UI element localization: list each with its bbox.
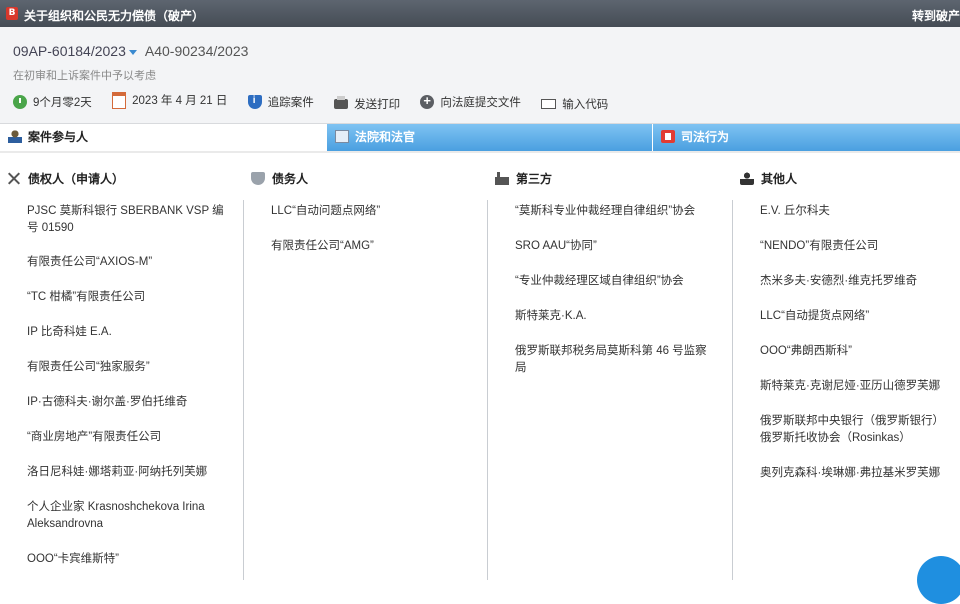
- other-persons-heading-label: 其他人: [761, 171, 798, 186]
- print-button[interactable]: 发送打印: [334, 95, 401, 112]
- creditors-list: PJSC 莫斯科银行 SBERBANK VSP 编号 01590 有限责任公司“…: [27, 203, 227, 568]
- case-number[interactable]: 09AP-60184/2023: [13, 43, 126, 59]
- app-logo-icon: B: [6, 7, 18, 20]
- list-item[interactable]: 斯特莱克·克谢尼娅·亚历山德罗芙娜: [760, 378, 950, 395]
- third-parties-list: “莫斯科专业仲裁经理自律组织”协会 SRO AAU“协同” “专业仲裁经理区域自…: [515, 203, 715, 377]
- courthouse-icon: [335, 130, 349, 144]
- plus-circle-icon: [420, 93, 435, 109]
- list-item[interactable]: E.V. 丘尔科夫: [760, 203, 950, 220]
- track-case-button[interactable]: 追踪案件: [247, 94, 314, 110]
- date-indicator: 2023 年 4 月 21 日: [112, 91, 228, 109]
- case-toolbar: 9个月零2天 2023 年 4 月 21 日 追踪案件 发送打印 向法庭提交文件…: [13, 91, 625, 111]
- list-item[interactable]: IP·古德科夫·谢尔盖·罗伯托维奇: [27, 394, 227, 411]
- window-title: 关于组织和公民无力偿债（破产）: [24, 9, 205, 23]
- tab-judicial-acts[interactable]: 司法行为: [652, 124, 960, 151]
- list-item[interactable]: 杰米多夫·安德烈·维克托罗维奇: [760, 273, 950, 290]
- enter-code-label: 输入代码: [562, 98, 609, 111]
- list-item[interactable]: OOO“弗朗西斯科”: [760, 343, 950, 360]
- list-item[interactable]: “专业仲裁经理区域自律组织”协会: [515, 273, 715, 290]
- case-header: 09AP-60184/2023 A40-90234/2023 在初审和上诉案件中予…: [0, 27, 960, 124]
- tab-bar: 案件参与人 法院和法官 司法行为: [0, 124, 960, 151]
- tab-courts-judges[interactable]: 法院和法官: [326, 124, 652, 151]
- submit-documents-button[interactable]: 向法庭提交文件: [420, 93, 521, 110]
- tab-participants-label: 案件参与人: [28, 130, 89, 144]
- third-parties-heading: 第三方: [495, 170, 552, 186]
- creditors-heading: 债权人（申请人）: [7, 170, 124, 186]
- clock-icon: [13, 94, 27, 109]
- other-persons-column: 其他人 E.V. 丘尔科夫 “NENDO”有限责任公司 杰米多夫·安德烈·维克托…: [733, 165, 960, 571]
- list-item[interactable]: “商业房地产”有限责任公司: [27, 429, 227, 446]
- debtors-heading-label: 债务人: [272, 171, 309, 186]
- person-icon: [740, 171, 754, 185]
- document-icon: [661, 130, 675, 144]
- debtors-heading: 债务人: [251, 170, 308, 186]
- list-item[interactable]: 有限责任公司“AMG”: [271, 238, 471, 255]
- shield-info-icon: [247, 94, 262, 109]
- list-item[interactable]: 斯特莱克·K.A.: [515, 308, 715, 325]
- list-item[interactable]: 俄罗斯联邦中央银行（俄罗斯银行）俄罗斯托收协会（Rosinkas）: [760, 413, 950, 447]
- third-parties-heading-label: 第三方: [516, 171, 553, 186]
- print-label: 发送打印: [354, 98, 401, 111]
- list-item[interactable]: OOO“卡宾维斯特”: [27, 551, 227, 568]
- creditors-column: 债权人（申请人） PJSC 莫斯科银行 SBERBANK VSP 编号 0159…: [0, 165, 244, 580]
- list-item[interactable]: SRO AAU“协同”: [515, 238, 715, 255]
- list-item[interactable]: 有限责任公司“AXIOS-M”: [27, 254, 227, 271]
- duration-indicator: 9个月零2天: [13, 94, 92, 110]
- list-item[interactable]: 俄罗斯联邦税务局莫斯科第 46 号监察局: [515, 343, 715, 377]
- tab-courts-judges-label: 法院和法官: [355, 130, 416, 144]
- tab-participants[interactable]: 案件参与人: [0, 124, 326, 151]
- debtors-list: LLC“自动问题点网络” 有限责任公司“AMG”: [271, 203, 471, 255]
- duration-label: 9个月零2天: [33, 96, 92, 109]
- list-item[interactable]: 有限责任公司“独家服务”: [27, 359, 227, 376]
- list-item[interactable]: “TC 柑橘”有限责任公司: [27, 289, 227, 306]
- chat-button[interactable]: [917, 556, 960, 604]
- list-item[interactable]: 奥列克森科·埃琳娜·弗拉基米罗芙娜: [760, 465, 950, 482]
- tab-judicial-acts-label: 司法行为: [681, 130, 730, 144]
- track-case-label: 追踪案件: [267, 96, 314, 109]
- keyboard-icon: [541, 98, 557, 109]
- factory-icon: [495, 171, 509, 185]
- list-item[interactable]: 个人企业家 Krasnoshchekova Irina Aleksandrovn…: [27, 499, 227, 533]
- swords-icon: [7, 172, 21, 185]
- third-parties-column: 第三方 “莫斯科专业仲裁经理自律组织”协会 SRO AAU“协同” “专业仲裁经…: [488, 165, 733, 580]
- other-persons-heading: 其他人: [740, 170, 797, 186]
- creditors-heading-label: 债权人（申请人）: [28, 171, 125, 186]
- case-number-line: 09AP-60184/2023 A40-90234/2023: [13, 43, 248, 59]
- shield-icon: [251, 171, 265, 185]
- list-item[interactable]: LLC“自动问题点网络”: [271, 203, 471, 220]
- case-subtitle: 在初审和上诉案件中予以考虑: [13, 70, 156, 82]
- printer-icon: [334, 95, 349, 109]
- list-item[interactable]: “NENDO”有限责任公司: [760, 238, 950, 255]
- debtors-column: 债务人 LLC“自动问题点网络” 有限责任公司“AMG”: [244, 165, 488, 580]
- related-case-number[interactable]: A40-90234/2023: [145, 43, 249, 59]
- calendar-icon: [112, 91, 127, 109]
- chevron-down-icon[interactable]: [128, 49, 137, 55]
- goto-bankruptcy-link[interactable]: 转到破产: [912, 7, 960, 24]
- list-item[interactable]: PJSC 莫斯科银行 SBERBANK VSP 编号 01590: [27, 203, 227, 237]
- title-bar: B 关于组织和公民无力偿债（破产） 转到破产: [0, 0, 960, 27]
- tab-divider: [0, 151, 960, 153]
- person-icon: [8, 130, 22, 144]
- enter-code-button[interactable]: 输入代码: [541, 96, 608, 112]
- other-persons-list: E.V. 丘尔科夫 “NENDO”有限责任公司 杰米多夫·安德烈·维克托罗维奇 …: [760, 203, 950, 482]
- list-item[interactable]: IP 比奇科娃 E.A.: [27, 324, 227, 341]
- list-item[interactable]: 洛日尼科娃·娜塔莉亚·阿纳托列芙娜: [27, 464, 227, 481]
- submit-documents-label: 向法庭提交文件: [440, 96, 521, 109]
- list-item[interactable]: “莫斯科专业仲裁经理自律组织”协会: [515, 203, 715, 220]
- list-item[interactable]: LLC“自动提货点网络”: [760, 308, 950, 325]
- date-label: 2023 年 4 月 21 日: [132, 95, 228, 107]
